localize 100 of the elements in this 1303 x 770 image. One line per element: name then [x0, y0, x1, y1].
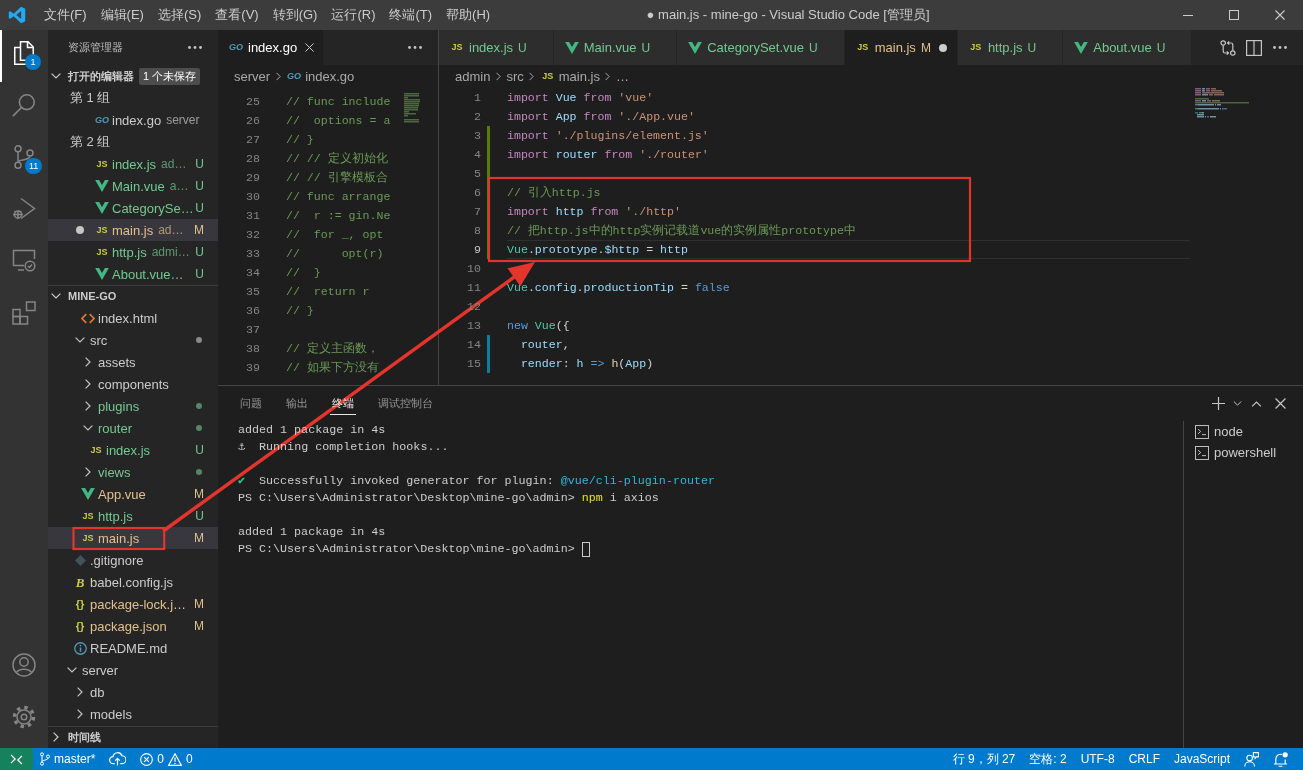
remote-icon: [10, 753, 23, 765]
language-mode-button[interactable]: JavaScript: [1166, 748, 1237, 770]
tree-item[interactable]: db: [48, 681, 218, 703]
tree-item[interactable]: components: [48, 373, 218, 395]
open-editor-item[interactable]: JS http.js admi… U: [48, 241, 218, 263]
open-editor-item[interactable]: About.vue… U: [48, 263, 218, 285]
tree-item[interactable]: server: [48, 659, 218, 681]
js-icon: JS: [96, 159, 108, 169]
line-number: 35: [245, 284, 260, 300]
menu-item[interactable]: 查看(V): [208, 0, 266, 30]
minimize-icon: [1183, 14, 1193, 16]
open-editor-item[interactable]: JS index.js ad… U: [48, 153, 218, 175]
split-editor-icon[interactable]: [1246, 39, 1262, 56]
editor-tab[interactable]: JS http.js U: [957, 30, 1064, 65]
menu-item[interactable]: 帮助(H): [439, 0, 498, 30]
breadcrumb-item[interactable]: GO index.go: [286, 68, 355, 84]
js-icon: JS: [96, 225, 108, 235]
chevron-right-icon: [77, 709, 83, 719]
menu-item[interactable]: 文件(F): [37, 0, 94, 30]
tree-item[interactable]: JS index.js U: [48, 439, 218, 461]
cloud-upload-icon: [109, 752, 127, 766]
menu-item[interactable]: 运行(R): [324, 0, 383, 30]
code-line: // 如果下方没有: [286, 361, 379, 374]
panel-tab[interactable]: 调试控制台: [376, 392, 435, 415]
editor-tab[interactable]: Main.vue U: [553, 30, 678, 65]
panel-tab[interactable]: 输出: [284, 392, 310, 415]
editor-tab[interactable]: GO index.go: [218, 30, 325, 65]
editor-tab[interactable]: JS main.js M: [844, 30, 958, 65]
tree-item[interactable]: App.vue M: [48, 483, 218, 505]
tree-item[interactable]: B babel.config.js: [48, 571, 218, 593]
bell-icon: [1273, 751, 1288, 767]
tree-item[interactable]: router: [48, 417, 218, 439]
code-line: // opt(r): [286, 247, 384, 260]
breadcrumb-item[interactable]: JS main.js: [539, 68, 600, 84]
tree-item[interactable]: .gitignore: [48, 549, 218, 571]
close-icon[interactable]: [304, 43, 314, 52]
tree-item[interactable]: assets: [48, 351, 218, 373]
compare-changes-icon[interactable]: [1220, 39, 1236, 56]
problems-button[interactable]: 0 0: [133, 748, 200, 770]
search-icon: [12, 93, 36, 117]
section-header[interactable]: 时间线: [48, 729, 101, 745]
plus-icon[interactable]: [1211, 397, 1225, 410]
menu-item[interactable]: 编辑(E): [93, 0, 151, 30]
terminal-line: PS C:\Users\Administrator\Desktop\mine-go\admin> npm i axios: [238, 490, 659, 507]
open-editor-item[interactable]: JS main.js ad… M: [48, 219, 218, 241]
terminal-line: added 1 package in 4s: [238, 524, 386, 541]
feedback-icon: [1244, 751, 1259, 767]
terminal-icon: [1195, 445, 1209, 460]
more-icon[interactable]: [408, 46, 422, 49]
breadcrumb-item[interactable]: server: [234, 68, 271, 84]
line-number: 6: [473, 185, 481, 201]
menu-item[interactable]: 终端(T): [382, 0, 440, 30]
source-control-button[interactable]: 11: [0, 134, 48, 186]
line-ending-button[interactable]: CRLF: [1121, 748, 1167, 770]
open-editor-item[interactable]: GO index.go server: [48, 109, 218, 131]
chevron-down-icon[interactable]: [1232, 401, 1242, 406]
branch-button[interactable]: master*: [33, 748, 103, 770]
more-icon[interactable]: [1273, 46, 1287, 49]
section-header[interactable]: MINE-GO: [48, 288, 117, 304]
terminal-instance[interactable]: powershell: [1184, 442, 1303, 463]
account-icon: [12, 653, 36, 677]
remote-button[interactable]: [0, 748, 33, 770]
panel-tab[interactable]: 问题: [238, 392, 264, 415]
breadcrumb-item[interactable]: admin: [455, 68, 491, 84]
open-editor-item[interactable]: CategorySe…U: [48, 197, 218, 219]
chevron-up-icon[interactable]: [1250, 400, 1262, 407]
tree-item[interactable]: README.md: [48, 637, 218, 659]
breadcrumb-item[interactable]: src: [506, 68, 524, 84]
more-icon[interactable]: [188, 46, 202, 49]
tree-item[interactable]: index.html: [48, 307, 218, 329]
tree-item[interactable]: plugins: [48, 395, 218, 417]
js-icon: JS: [82, 533, 94, 543]
chevron-right-icon: [85, 467, 91, 477]
open-editor-item[interactable]: Main.vue a… U: [48, 175, 218, 197]
window-title: ● main.js - mine-go - Visual Studio Code [管理员]: [645, 6, 931, 24]
code-line: import http from './http': [507, 205, 681, 218]
terminal-instance[interactable]: node: [1184, 421, 1303, 442]
code-line: router,: [519, 338, 570, 351]
tree-item[interactable]: {} package.json M: [48, 615, 218, 637]
menu-item[interactable]: 选择(S): [150, 0, 209, 30]
tree-item[interactable]: models: [48, 703, 218, 725]
minimap[interactable]: [404, 93, 420, 123]
menu-item[interactable]: 转到(G): [265, 0, 325, 30]
tree-item[interactable]: JS http.js U: [48, 505, 218, 527]
run-debug-icon: [12, 197, 36, 221]
editor-tab[interactable]: About.vue U: [1063, 30, 1193, 65]
close-icon[interactable]: [1274, 398, 1286, 409]
section-header[interactable]: 打开的编辑器: [48, 68, 134, 84]
minimap[interactable]: [1195, 88, 1249, 118]
tree-item[interactable]: src: [48, 329, 218, 351]
indentation-button[interactable]: 空格: 2: [1022, 748, 1074, 770]
line-number: 34: [245, 265, 260, 281]
editor-tab[interactable]: JS index.js U: [439, 30, 554, 65]
editor-tab[interactable]: CategorySet.vue U: [677, 30, 845, 65]
cursor-position-button[interactable]: 行 9，列 27: [945, 748, 1023, 770]
encoding-button[interactable]: UTF-8: [1073, 748, 1122, 770]
tree-item[interactable]: {} package-lock.j… M: [48, 593, 218, 615]
tree-item[interactable]: JS main.js M: [48, 527, 218, 549]
tree-item[interactable]: views: [48, 461, 218, 483]
breadcrumb-item[interactable]: …: [615, 68, 629, 84]
